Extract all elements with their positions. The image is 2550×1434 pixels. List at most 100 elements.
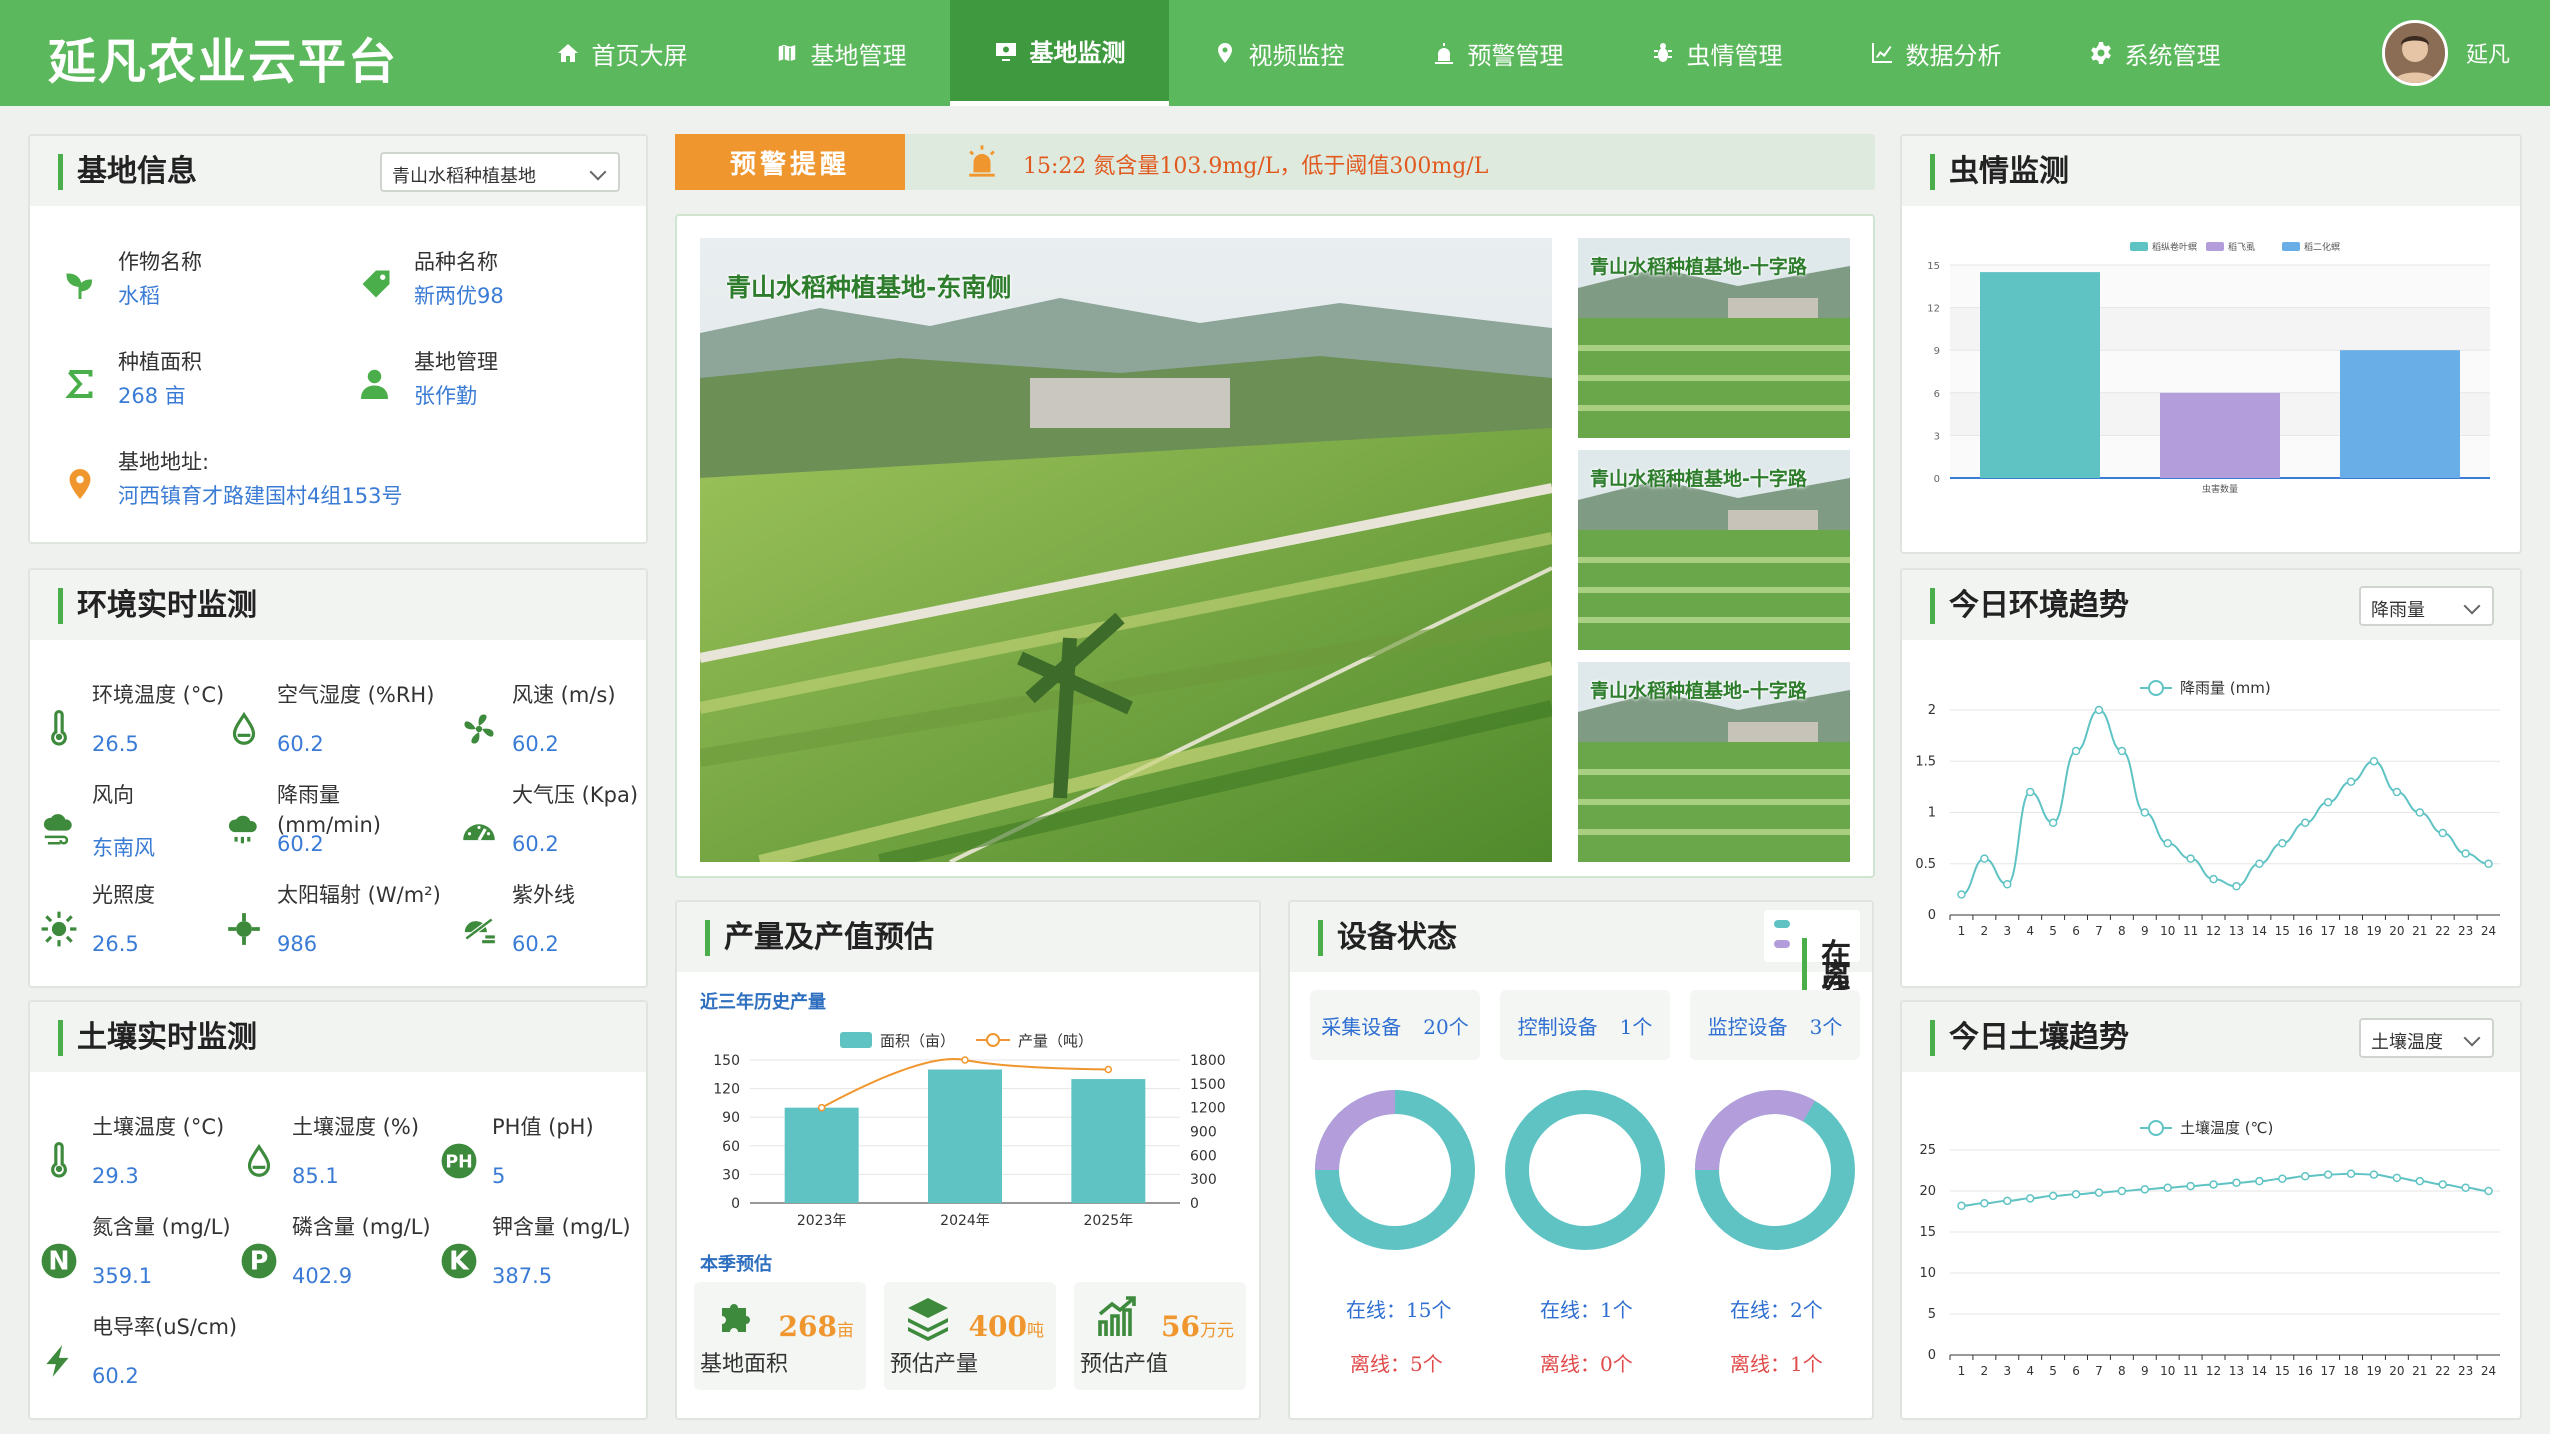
legend-swatch [2206, 242, 2224, 251]
metric-item: 降雨量 (mm/min) 60.2 [225, 780, 440, 880]
legend-swatch [2148, 680, 2164, 696]
metric-label: 太阳辐射 (W/m²) [277, 883, 441, 907]
y-tick-label: 12 [1927, 304, 1940, 315]
y2-tick-label: 1800 [1190, 1053, 1226, 1069]
panel-title: 基地信息 [58, 154, 197, 190]
y-tick-label: 120 [713, 1082, 740, 1098]
y-tick-label: 20 [1919, 1184, 1936, 1199]
metric-value: 26.5 [92, 732, 139, 756]
map-icon [776, 42, 797, 64]
legend-label: 土壤温度 (℃) [2180, 1119, 2273, 1137]
nav-base-monitoring[interactable]: 基地监测 [950, 0, 1169, 106]
nav-warning-management[interactable]: 预警管理 [1388, 0, 1607, 106]
data-point [2209, 1180, 2218, 1189]
user-icon [356, 364, 396, 404]
y-tick-label: 0 [1934, 474, 1940, 485]
data-point [2323, 798, 2333, 807]
location-pin-icon [1217, 43, 1232, 63]
metric-item: 空气湿度 (%RH) 60.2 [225, 680, 440, 780]
nav-home[interactable]: 首页大屏 [512, 0, 731, 106]
chart-icon [1871, 43, 1892, 63]
base-select[interactable]: 青山水稻种植基地 [380, 152, 620, 192]
estimate-value: 56万元 [1161, 1310, 1234, 1343]
camera-label: 青山水稻种植基地-十字路 [1590, 680, 1807, 702]
legend-swatch [2282, 242, 2300, 251]
thermometer-icon [40, 710, 80, 750]
online-count: 在线：1个 [1540, 1298, 1633, 1322]
x-tick-label: 19 [2366, 1364, 2381, 1378]
env-realtime-panel: 环境实时监测 环境温度 (°C) 26.5 空气湿度 (%RH) 60.2 风速 (m/… [28, 568, 648, 988]
nav-base-management[interactable]: 基地管理 [731, 0, 950, 106]
estimate-number: 400 [968, 1310, 1027, 1343]
y-tick-label: 0 [1928, 1348, 1936, 1363]
device-group-control[interactable]: 控制设备 1个 [1500, 990, 1670, 1060]
y-tick-label: 6 [1934, 389, 1940, 400]
nav-data-analysis[interactable]: 数据分析 [1826, 0, 2045, 106]
x-tick-label: 24 [2481, 1364, 2496, 1378]
side-camera-feed-3[interactable]: 青山水稻种植基地-十字路 [1578, 662, 1850, 862]
metric-item: P 磷含量 (mg/L) 402.9 [240, 1212, 455, 1312]
device-donut-camera [1695, 1090, 1855, 1250]
x-tick-label: 22 [2435, 924, 2450, 938]
location-pin-icon [60, 464, 100, 504]
device-group-camera[interactable]: 监控设备 3个 [1690, 990, 1860, 1060]
side-camera-feed-1[interactable]: 青山水稻种植基地-十字路 [1578, 238, 1850, 438]
svg-text:N: N [48, 1246, 69, 1276]
bar [784, 1107, 859, 1203]
data-point [2071, 1190, 2081, 1199]
data-point [2117, 746, 2127, 756]
manager-value: 张作勤 [414, 384, 477, 408]
variety-value: 新两优98 [414, 284, 504, 308]
y2-tick-label: 1500 [1190, 1077, 1226, 1093]
side-camera-feed-2[interactable]: 青山水稻种植基地-十字路 [1578, 450, 1850, 650]
y2-tick-label: 0 [1190, 1196, 1199, 1212]
panel-title: 今日土壤趋势 [1930, 1020, 2129, 1056]
x-tick-label: 3 [2003, 924, 2011, 938]
top-header: 延凡农业云平台 首页大屏 基地管理 基地监测 视频监控 预警管理 虫情管理 数据… [0, 0, 2550, 106]
metric-value: 60.2 [512, 832, 559, 856]
env-trend-select[interactable]: 降雨量 [2359, 586, 2494, 626]
x-tick-label: 15 [2275, 1364, 2290, 1378]
device-group-name: 控制设备 [1517, 1014, 1598, 1039]
device-group-collect[interactable]: 采集设备 20个 [1310, 990, 1480, 1060]
warning-bar[interactable]: 预警提醒 15:22 氮含量103.9mg/L，低于阈值300mg/L [675, 134, 1875, 190]
crop-label: 作物名称 [118, 250, 202, 274]
y-tick-label: 5 [1928, 1307, 1936, 1322]
avatar[interactable] [2381, 20, 2448, 86]
crop-value: 水稻 [118, 284, 160, 308]
tag-icon [356, 264, 396, 304]
data-point [2071, 746, 2081, 756]
legend-swatch [840, 1032, 872, 1048]
y-tick-label: 0.5 [1915, 857, 1936, 872]
data-point [2003, 1196, 2012, 1206]
x-tick-label: 18 [2343, 924, 2358, 938]
data-point [2300, 1171, 2310, 1181]
nav-pest-management[interactable]: 虫情管理 [1607, 0, 1826, 106]
metric-item: N 氮含量 (mg/L) 359.1 [40, 1212, 255, 1312]
x-tick-label: 20 [2389, 924, 2404, 938]
nav-label: 视频监控 [1248, 41, 1345, 70]
area-label: 种植面积 [118, 350, 202, 374]
y-tick-label: 15 [1927, 261, 1940, 272]
x-tick-label: 18 [2343, 1364, 2358, 1378]
metric-item: 风向 东南风 [40, 780, 255, 880]
data-point [1957, 1201, 1966, 1211]
nav-label: 预警管理 [1467, 41, 1564, 70]
history-label: 近三年历史产量 [700, 992, 826, 1013]
device-donut-collect [1315, 1090, 1475, 1250]
offline-count: 离线：1个 [1730, 1352, 1823, 1376]
y2-tick-label: 900 [1190, 1125, 1217, 1141]
nav-video-monitoring[interactable]: 视频监控 [1169, 0, 1388, 106]
main-camera-feed[interactable]: 青山水稻种植基地-东南侧 [700, 238, 1552, 862]
x-tick-label: 2 [1981, 1364, 1989, 1378]
bar [928, 1069, 1002, 1203]
x-tick-label: 12 [2206, 924, 2221, 938]
soil-trend-select[interactable]: 土壤温度 [2359, 1018, 2494, 1058]
legend-swatch [986, 1033, 1000, 1047]
camera-label: 青山水稻种植基地-十字路 [1590, 468, 1807, 490]
data-point [2484, 859, 2493, 868]
nav-system-management[interactable]: 系统管理 [2045, 0, 2264, 106]
puzzle-icon [722, 1304, 750, 1332]
user-menu[interactable]: 延凡 [2381, 20, 2510, 86]
x-tick-label: 11 [2183, 1364, 2198, 1378]
